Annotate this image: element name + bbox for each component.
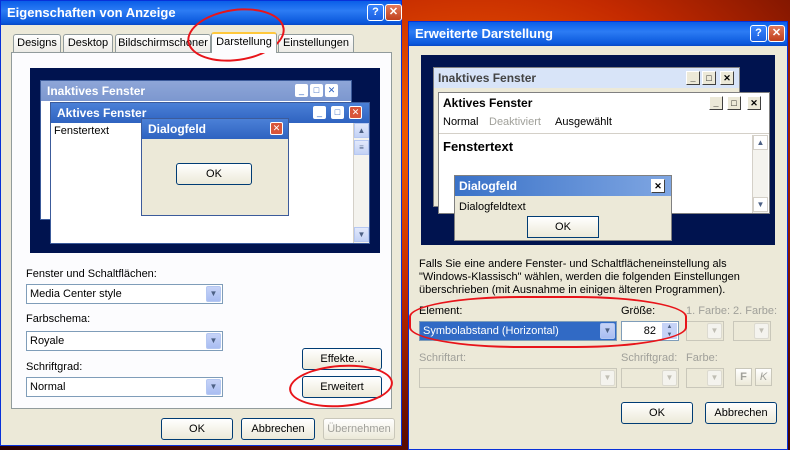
apply-button[interactable]: Übernehmen <box>323 418 395 440</box>
preview-menu-normal: Normal <box>443 116 479 128</box>
preview-ok-button: OK <box>176 163 252 185</box>
preview-dialog-title: Dialogfeld <box>455 176 671 196</box>
ok-button[interactable]: OK <box>621 402 693 424</box>
spinner-up-icon[interactable]: ▲ <box>662 323 677 331</box>
maximize-icon: □ <box>310 84 323 97</box>
minimize-icon: _ <box>313 106 326 119</box>
font-size-label: Schriftgrad: <box>621 352 678 364</box>
windows-buttons-select[interactable]: Media Center style ▼ <box>26 284 223 304</box>
tab-screensaver[interactable]: Bildschirmschoner <box>115 34 211 52</box>
close-button[interactable]: ✕ <box>768 25 785 42</box>
color2-label: 2. Farbe: <box>733 305 778 317</box>
tab-designs[interactable]: Designs <box>13 34 61 52</box>
advanced-preview: Inaktives Fenster _ □ ✕ Aktives Fenster … <box>421 55 775 245</box>
chevron-down-icon[interactable]: ▼ <box>707 370 722 386</box>
color1-label: 1. Farbe: <box>686 305 731 317</box>
minimize-icon: _ <box>686 71 700 85</box>
size-value: 82 <box>643 325 656 337</box>
chevron-down-icon[interactable]: ▼ <box>600 370 615 386</box>
windows-buttons-value: Media Center style <box>30 288 122 300</box>
close-button[interactable]: ✕ <box>385 4 402 21</box>
close-icon: ✕ <box>270 122 283 135</box>
help-button[interactable]: ? <box>750 25 767 42</box>
display-properties-dialog: Eigenschaften von Anzeige ? ✕ Designs De… <box>0 0 402 446</box>
advanced-appearance-title: Erweiterte Darstellung <box>415 26 553 41</box>
chevron-down-icon[interactable]: ▼ <box>662 370 677 386</box>
font-size-label: Schriftgrad: <box>26 361 83 373</box>
scroll-down-icon: ▼ <box>354 227 369 242</box>
preview-dialog-window: Dialogfeld ✕ OK <box>141 118 289 216</box>
advanced-button[interactable]: Erweitert <box>302 376 382 398</box>
size-spinner[interactable]: 82 ▲ ▼ <box>621 321 679 341</box>
help-button[interactable]: ? <box>367 4 384 21</box>
font-size-value: Normal <box>30 381 66 393</box>
element-label: Element: <box>419 305 463 317</box>
element-select[interactable]: Symbolabstand (Horizontal) ▼ <box>419 321 617 341</box>
minimize-icon: _ <box>295 84 308 97</box>
preview-dialog-window: Dialogfeld ✕ Dialogfeldtext OK <box>454 175 672 241</box>
cancel-button[interactable]: Abbrechen <box>241 418 315 440</box>
advanced-appearance-dialog: Erweiterte Darstellung ? ✕ Inaktives Fen… <box>408 21 788 450</box>
preview-menu-selected: Ausgewählt <box>555 116 612 128</box>
close-icon: ✕ <box>349 106 362 119</box>
close-icon: ✕ <box>325 84 338 97</box>
color2-picker[interactable]: ▼ <box>733 321 771 341</box>
appearance-panel: Inaktives Fenster _ □ ✕ Aktives Fenster … <box>11 52 392 409</box>
preview-scrollbar: ▲ ▼ <box>752 135 768 213</box>
chevron-down-icon[interactable]: ▼ <box>707 323 722 339</box>
chevron-down-icon[interactable]: ▼ <box>206 286 221 302</box>
color-scheme-value: Royale <box>30 335 65 347</box>
info-text: Falls Sie eine andere Fenster- und Schal… <box>419 258 740 296</box>
tab-desktop[interactable]: Desktop <box>63 34 113 52</box>
effects-button[interactable]: Effekte... <box>302 348 382 370</box>
cancel-button[interactable]: Abbrechen <box>705 402 777 424</box>
chevron-down-icon[interactable]: ▼ <box>206 379 221 395</box>
color-scheme-label: Farbschema: <box>26 313 91 325</box>
chevron-down-icon[interactable]: ▼ <box>600 323 615 339</box>
chevron-down-icon[interactable]: ▼ <box>206 333 221 349</box>
close-icon: ✕ <box>720 71 734 85</box>
preview-dialog-title: Dialogfeld <box>142 119 288 139</box>
scroll-up-icon: ▲ <box>753 135 768 150</box>
font-color-picker[interactable]: ▼ <box>686 368 724 388</box>
preview-active-window: Aktives Fenster _ □ ✕ Fenstertext ▲ ≡ ▼ … <box>50 102 370 244</box>
preview-scrollbar: ▲ ≡ ▼ <box>353 123 369 243</box>
appearance-preview: Inaktives Fenster _ □ ✕ Aktives Fenster … <box>30 68 380 253</box>
maximize-icon: □ <box>702 71 716 85</box>
font-color-label: Farbe: <box>686 352 718 364</box>
display-properties-titlebar[interactable]: Eigenschaften von Anzeige <box>1 1 401 25</box>
preview-window-text: Fenstertext <box>54 125 110 137</box>
scroll-down-icon: ▼ <box>753 197 768 212</box>
close-icon: ✕ <box>651 179 665 193</box>
ok-button[interactable]: OK <box>161 418 233 440</box>
color1-picker[interactable]: ▼ <box>686 321 724 341</box>
maximize-icon: □ <box>331 106 344 119</box>
advanced-appearance-titlebar[interactable]: Erweiterte Darstellung <box>409 22 787 46</box>
scroll-thumb: ≡ <box>354 140 369 155</box>
minimize-icon: _ <box>709 96 723 110</box>
preview-dialog-text: Dialogfeldtext <box>459 201 526 213</box>
spinner-down-icon[interactable]: ▼ <box>662 331 677 339</box>
tab-settings[interactable]: Einstellungen <box>278 34 354 52</box>
tab-appearance[interactable]: Darstellung <box>211 32 277 53</box>
preview-window-text: Fenstertext <box>443 139 514 154</box>
color-scheme-select[interactable]: Royale ▼ <box>26 331 223 351</box>
italic-button[interactable]: K <box>755 368 772 386</box>
element-value: Symbolabstand (Horizontal) <box>423 325 559 337</box>
scroll-up-icon: ▲ <box>354 123 369 138</box>
chevron-down-icon[interactable]: ▼ <box>754 323 769 339</box>
windows-buttons-label: Fenster und Schaltflächen: <box>26 268 157 280</box>
font-size-select[interactable]: ▼ <box>621 368 679 388</box>
font-select[interactable]: ▼ <box>419 368 617 388</box>
maximize-icon: □ <box>727 96 741 110</box>
font-size-select[interactable]: Normal ▼ <box>26 377 223 397</box>
bold-button[interactable]: F <box>735 368 752 386</box>
preview-menu-disabled: Deaktiviert <box>489 116 541 128</box>
font-label: Schriftart: <box>419 352 467 364</box>
preview-menu-divider <box>439 133 769 134</box>
size-label: Größe: <box>621 305 656 317</box>
display-properties-title: Eigenschaften von Anzeige <box>7 5 176 20</box>
close-icon: ✕ <box>747 96 761 110</box>
preview-ok-button: OK <box>527 216 599 238</box>
